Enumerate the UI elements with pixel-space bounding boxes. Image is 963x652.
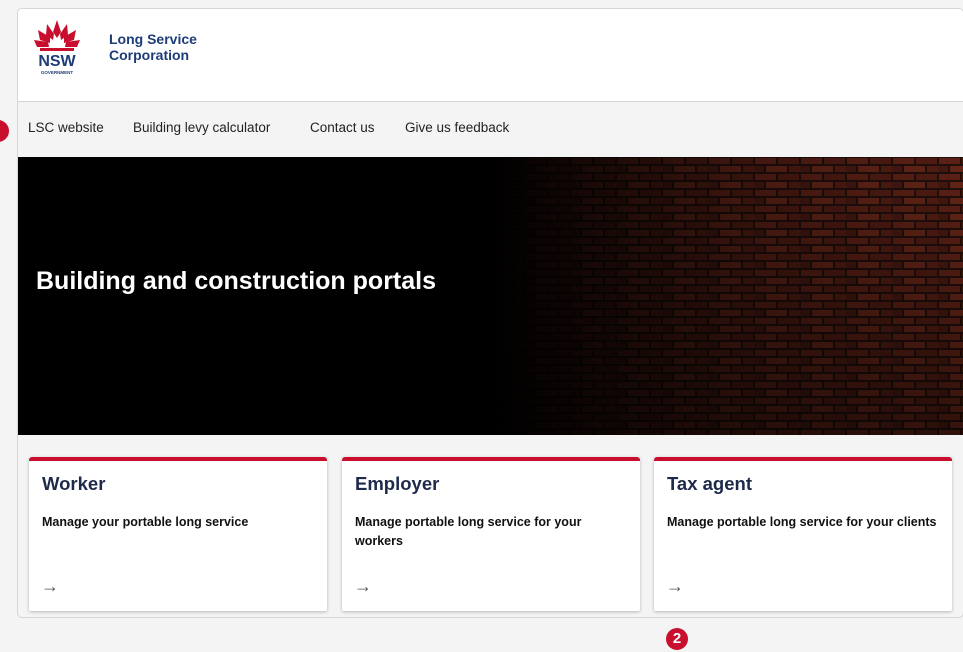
card-title: Worker: [42, 473, 106, 494]
nsw-government-logo[interactable]: NSW GOVERNMENT: [28, 18, 86, 76]
portal-card-tax-agent[interactable]: Tax agent Manage portable long service f…: [654, 457, 952, 611]
nav-link-building-levy-calculator[interactable]: Building levy calculator: [133, 120, 270, 135]
arrow-right-icon[interactable]: →: [354, 576, 372, 597]
nav-link-lsc-website[interactable]: LSC website: [28, 120, 104, 135]
annotation-badge-2: 2: [666, 628, 688, 650]
arrow-right-icon[interactable]: →: [41, 576, 59, 597]
card-title: Employer: [355, 473, 440, 494]
arrow-right-icon[interactable]: →: [666, 576, 684, 597]
site-header: NSW GOVERNMENT Long Service Corporation: [18, 9, 963, 102]
organisation-name: Long Service Corporation: [109, 31, 197, 63]
top-navigation: LSC website Building levy calculator Con…: [18, 102, 963, 157]
card-description: Manage portable long service for your cl…: [667, 515, 937, 529]
page-title: Building and construction portals: [36, 267, 436, 295]
hero-banner: Building and construction portals: [18, 157, 963, 435]
card-description: Manage your portable long service: [42, 515, 249, 529]
organisation-name-line1: Long Service: [109, 31, 197, 47]
portal-card-employer[interactable]: Employer Manage portable long service fo…: [342, 457, 640, 611]
logo-subtext: GOVERNMENT: [41, 70, 74, 75]
nav-link-give-feedback[interactable]: Give us feedback: [405, 120, 509, 135]
annotation-badge-1: [0, 120, 9, 142]
organisation-name-line2: Corporation: [109, 47, 190, 63]
card-description: Manage portable long service for your wo…: [355, 515, 582, 548]
card-title: Tax agent: [667, 473, 752, 494]
portal-card-worker[interactable]: Worker Manage your portable long service…: [29, 457, 327, 611]
page-frame: NSW GOVERNMENT Long Service Corporation …: [17, 8, 963, 618]
nav-link-contact-us[interactable]: Contact us: [310, 120, 375, 135]
logo-wordmark: NSW: [38, 53, 76, 70]
